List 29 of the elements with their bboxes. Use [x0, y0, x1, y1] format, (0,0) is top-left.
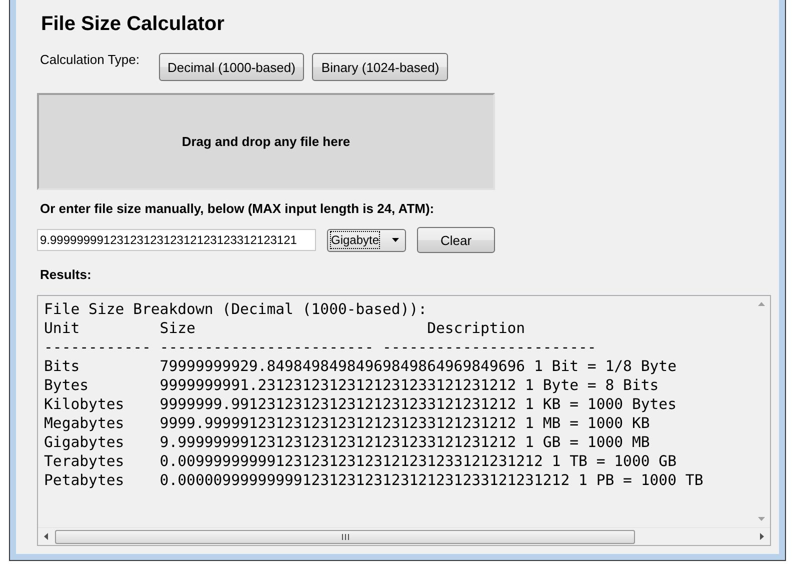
result-line: ------------ ------------------------ ------------------------	[44, 338, 596, 357]
scroll-down-icon[interactable]	[758, 517, 765, 521]
results-label: Results:	[40, 267, 92, 282]
scroll-up-icon[interactable]	[758, 302, 765, 306]
drop-zone-text: Drag and drop any file here	[182, 134, 350, 149]
result-line: Megabytes 9999.99999123123123123121231233121231212 1 MB = 1000 KB	[44, 414, 650, 433]
result-line: Terabytes 0.00999999999123123123123121231233121231212 1 TB = 1000 GB	[44, 452, 677, 471]
size-input-field[interactable]: 9.9999999912312312312312123123312123121	[37, 229, 316, 251]
result-line: Petabytes 0.00000999999999123123123123121231233121231212 1 PB = 1000 TB	[44, 471, 704, 490]
grip-icon	[342, 534, 348, 540]
scroll-right-icon[interactable]	[760, 533, 764, 540]
calculation-type-button[interactable]: Binary (1024-based)	[312, 53, 448, 81]
caret-icon	[392, 238, 399, 242]
result-line: Gigabytes 9.99999999123123123123121231233121231212 1 GB = 1000 MB	[44, 433, 650, 452]
result-line: File Size Breakdown (Decimal (1000-based)):	[44, 300, 428, 319]
scrollbar-thumb[interactable]	[55, 530, 635, 544]
result-line: Kilobytes 9999999.99123123123123121231233121231212 1 KB = 1000 Bytes	[44, 395, 677, 414]
unit-dropdown[interactable]: Gigabyte	[327, 228, 406, 252]
result-line: Bits 79999999929.84984984984969849864969849696 1 Bit = 1/8 Byte	[44, 357, 677, 376]
result-line: Bytes 9999999991.23123123123121231233121231212 1 Byte = 8 Bits	[44, 376, 659, 395]
horizontal-scrollbar[interactable]	[38, 527, 770, 545]
clear-button[interactable]: Clear	[417, 227, 495, 253]
result-line: Unit Size Description	[44, 319, 526, 338]
scroll-left-icon[interactable]	[44, 533, 48, 540]
calculation-type-button[interactable]: Decimal (1000-based)	[158, 53, 304, 81]
manual-entry-label: Or enter file size manually, below (MAX input length is 24, ATM):	[40, 201, 436, 216]
app-title: File Size Calculator	[41, 12, 226, 37]
drop-zone[interactable]: Drag and drop any file here	[37, 93, 495, 190]
calculation-type-label: Calculation Type:	[40, 52, 140, 67]
